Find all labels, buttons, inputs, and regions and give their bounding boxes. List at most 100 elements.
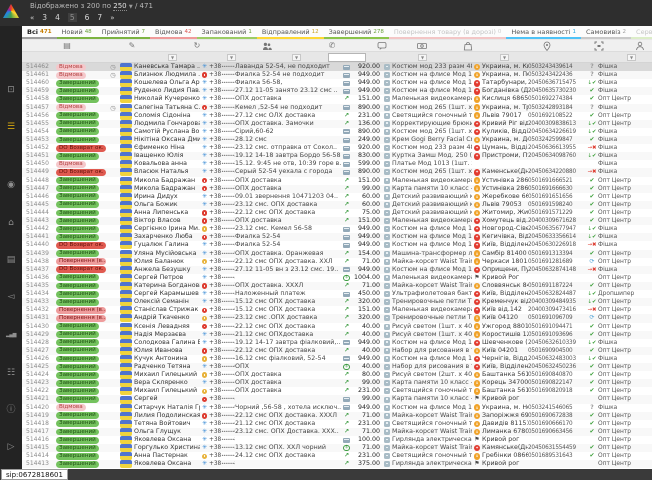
call-status-cell[interactable]: ✳ (200, 144, 209, 152)
page-button-6[interactable]: 6 (85, 13, 90, 22)
edit-icon[interactable]: ✎ (129, 41, 136, 51)
callback-icon[interactable] (202, 356, 208, 362)
callback-icon[interactable] (202, 259, 208, 265)
call-ok-icon[interactable]: ✳ (202, 298, 207, 306)
missed-call-icon[interactable] (202, 186, 208, 192)
call-status-cell[interactable]: ✳ (200, 250, 209, 258)
call-ok-icon[interactable]: ✳ (202, 128, 207, 136)
missed-call-icon[interactable] (202, 324, 208, 330)
table-row[interactable]: 514434ЗавершенийСергей Карамышев✳+38••••… (22, 290, 652, 298)
orders-icon[interactable]: ☰ (0, 122, 22, 132)
missed-call-icon[interactable] (202, 72, 208, 78)
call-status-cell[interactable] (200, 209, 209, 217)
tab-1[interactable]: Новий48 (57, 26, 97, 39)
order-form-icon[interactable]: ▤ (63, 41, 71, 51)
table-row[interactable]: 514423ЗавершенийВера Скляренко✳+38••••••… (22, 379, 652, 387)
call-ok-icon[interactable]: ✳ (202, 95, 207, 103)
call-ok-icon[interactable]: ✳ (202, 266, 207, 274)
call-ok-icon[interactable]: ✳ (202, 363, 207, 371)
filter-dropdown-address[interactable]: ▼ (500, 54, 509, 61)
missed-call-icon[interactable] (202, 413, 208, 419)
table-row[interactable]: 514437DO Возврат ок.Анжела Безушку✳+38••… (22, 266, 652, 274)
call-ok-icon[interactable]: ✳ (202, 152, 207, 160)
table-row[interactable]: 514433ЗавершенийОлексій Семанін✳+38•••••… (22, 298, 652, 306)
table-row[interactable]: 514435ЗавершенийКатерина Богданова+38•••… (22, 282, 652, 290)
call-ok-icon[interactable]: ✳ (202, 241, 207, 249)
call-status-cell[interactable]: ✳ (200, 444, 209, 452)
table-row[interactable]: 514444ЗавершенийАнна Липенська+38•••••••… (22, 209, 652, 217)
callback-icon[interactable] (202, 372, 208, 378)
table-row[interactable]: 514426ЗавершенийКучук Антонина+38•••••••… (22, 355, 652, 363)
table-row[interactable]: 514456ЗавершенийСоломія Сідоніна✳+38••••… (22, 112, 652, 120)
table-row[interactable]: 514446ЗавершенийИрина Дидух✳+38•••••••70… (22, 193, 652, 201)
call-status-cell[interactable] (200, 282, 209, 290)
table-row[interactable]: 514418ЗавершенийТетяна Войтович✳+38•••••… (22, 420, 652, 428)
table-row[interactable]: 514451ЗавершенийІващенко Юлія✳+38•••••••… (22, 152, 652, 160)
call-status-cell[interactable] (200, 452, 209, 460)
call-status-cell[interactable]: ✳ (200, 428, 209, 436)
missed-call-icon[interactable] (202, 210, 208, 216)
call-status-cell[interactable] (200, 225, 209, 233)
tab-3[interactable]: Відмова42 (150, 26, 196, 39)
page-button-5[interactable]: 5 (68, 13, 77, 22)
table-row[interactable]: 514432Повернення (в..Станіслав Стрижак+3… (22, 306, 652, 314)
call-ok-icon[interactable]: ✳ (202, 136, 207, 144)
reports-icon[interactable]: ▂▄▆ (0, 330, 22, 340)
table-row[interactable]: 514422ЗавершенийМихаил Гилецький+38•••••… (22, 387, 652, 395)
call-status-cell[interactable] (200, 71, 209, 79)
call-ok-icon[interactable]: ✳ (202, 428, 207, 436)
call-ok-icon[interactable]: ✳ (202, 436, 207, 444)
tab-4[interactable]: Запакований1 (197, 26, 257, 39)
table-row[interactable]: 514439ЗавершенийУляна Мусійовська✳+38•••… (22, 250, 652, 258)
last-page-button[interactable]: » (110, 14, 114, 22)
people-icon[interactable] (262, 41, 272, 51)
call-status-cell[interactable] (200, 412, 209, 420)
table-row[interactable]: 514431Повернення (в..Андрій Ткаченко+38•… (22, 314, 652, 322)
tab-8[interactable]: Нема в наявності1 (506, 26, 581, 39)
call-status-cell[interactable]: ✳ (200, 95, 209, 103)
call-ok-icon[interactable]: ✳ (202, 63, 207, 71)
call-status-cell[interactable]: ✳ (200, 460, 209, 468)
callback-icon[interactable] (202, 389, 208, 395)
filter-dropdown-product[interactable]: ▼ (418, 54, 427, 61)
call-ok-icon[interactable]: ✳ (202, 87, 207, 95)
filter-dropdown-name[interactable]: ▼ (227, 54, 236, 61)
call-ok-icon[interactable]: ✳ (202, 168, 207, 176)
missed-call-icon[interactable] (202, 308, 208, 314)
call-status-cell[interactable]: ✳ (200, 201, 209, 209)
table-row[interactable]: 514455ЗавершенийЛюдмила Гончарова✳+38•••… (22, 120, 652, 128)
call-ok-icon[interactable]: ✳ (202, 331, 207, 339)
table-row[interactable]: 514449DO Возврат ок.Власюк Наталья✳+38••… (22, 168, 652, 176)
table-row[interactable]: 514440DO Возврат ок.Гуцалюк Галина✳+38••… (22, 241, 652, 249)
settings-icon[interactable]: ☷ (0, 368, 22, 378)
missed-call-icon[interactable] (202, 283, 208, 289)
missed-call-icon[interactable] (202, 178, 208, 184)
tab-7[interactable]: Повернення товару (в дорозі)0 (389, 26, 506, 39)
call-status-cell[interactable]: ✳ (200, 112, 209, 120)
call-status-cell[interactable]: ✳ (200, 331, 209, 339)
call-ok-icon[interactable]: ✳ (202, 120, 207, 128)
table-row[interactable]: 514413ЗавершенийЯковлева Оксана✳+38•••••… (22, 460, 652, 468)
call-status-cell[interactable]: ✳ (200, 160, 209, 168)
call-status-cell[interactable]: ✳ (200, 63, 209, 71)
table-row[interactable]: 514436ЗавершенийСергей Петров✳+38•••••••… (22, 274, 652, 282)
table-row[interactable]: 514416ЗавершенийЯковлева Оксана✳+38•••••… (22, 436, 652, 444)
video-icon[interactable]: ▷ (0, 442, 22, 452)
table-row[interactable]: 514452DO Возврат ок.Єфименко Ніна✳+38•••… (22, 144, 652, 152)
page-button-4[interactable]: 4 (55, 13, 60, 22)
call-status-cell[interactable]: ✳ (200, 404, 209, 412)
table-row[interactable]: 514454ЗавершенийСамотій Руслана Во..✳+38… (22, 128, 652, 136)
phone-filter-input[interactable] (328, 53, 366, 62)
missed-call-icon[interactable] (202, 348, 208, 354)
call-ok-icon[interactable]: ✳ (202, 112, 207, 120)
call-status-cell[interactable]: ✳ (200, 266, 209, 274)
call-status-cell[interactable]: ✳ (200, 379, 209, 387)
call-status-cell[interactable] (200, 177, 209, 185)
call-status-cell[interactable] (200, 371, 209, 379)
call-ok-icon[interactable]: ✳ (202, 250, 207, 258)
table-row[interactable]: 514458ЗавершенийНиколай Кучеренко✳+38•••… (22, 95, 652, 103)
table-row[interactable]: 514429ЗавершенийНадія Мерзаєва✳+38••••••… (22, 331, 652, 339)
call-status-cell[interactable]: ✳ (200, 420, 209, 428)
call-status-cell[interactable] (200, 185, 209, 193)
money-icon[interactable] (417, 41, 427, 51)
